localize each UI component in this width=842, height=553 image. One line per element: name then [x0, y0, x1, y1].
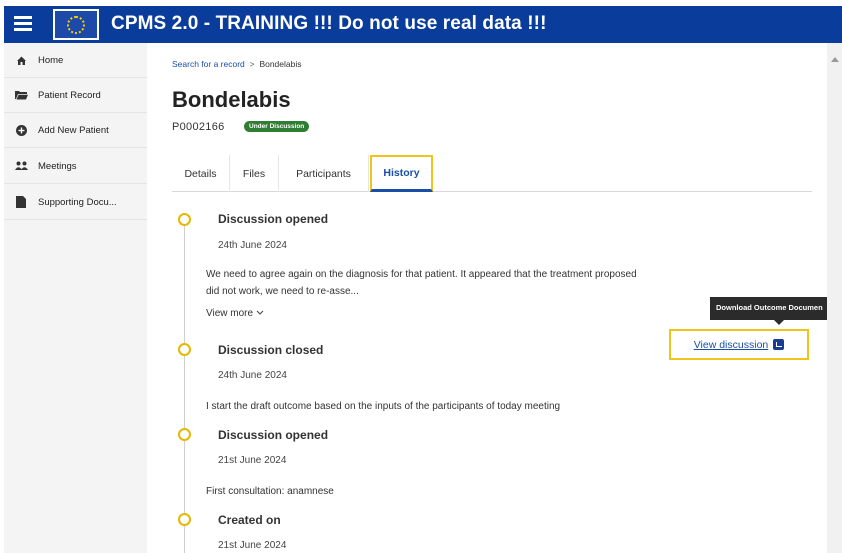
history-entry-date: 24th June 2024 — [218, 370, 287, 381]
view-discussion-label: View discussion — [693, 338, 769, 351]
view-more-label: View more — [206, 308, 254, 319]
sidebar-item-label: Meetings — [38, 160, 77, 172]
status-badge: Under Discussion — [244, 121, 310, 132]
download-icon[interactable] — [773, 339, 785, 350]
timeline-dot — [178, 513, 191, 526]
timeline-line — [184, 215, 185, 553]
breadcrumb-link-search[interactable]: Search for a record — [172, 59, 245, 69]
history-entry-date: 24th June 2024 — [218, 240, 287, 251]
breadcrumb-current: Bondelabis — [259, 59, 302, 69]
sidebar-item-label: Add New Patient — [38, 124, 109, 136]
app-title: CPMS 2.0 - TRAINING !!! Do not use real … — [111, 13, 547, 34]
history-entry-title: Discussion opened — [218, 428, 329, 442]
document-icon — [4, 196, 38, 208]
tooltip-arrow — [774, 320, 784, 325]
history-entry-date: 21st June 2024 — [218, 540, 287, 551]
tab-bar: Details Files Participants History — [172, 155, 812, 192]
sidebar-item-label: Supporting Docu... — [38, 196, 117, 208]
sidebar-item-label: Home — [38, 54, 64, 66]
tab-details[interactable]: Details — [172, 155, 230, 192]
download-tooltip: Download Outcome Documen — [710, 297, 842, 320]
home-icon — [4, 55, 38, 66]
view-more-link[interactable]: View more — [206, 308, 264, 319]
people-icon — [4, 161, 38, 172]
history-entry-text-line: We need to agree again on the diagnosis … — [206, 269, 637, 280]
top-header-bar: CPMS 2.0 - TRAINING !!! Do not use real … — [4, 6, 842, 43]
timeline-dot — [178, 343, 191, 356]
chevron-down-icon — [256, 310, 264, 315]
timeline-dot — [178, 428, 191, 441]
history-entry-text: First consultation: anamnese — [206, 483, 726, 500]
sidebar-item-label: Patient Record — [38, 89, 101, 101]
plus-circle-icon — [4, 124, 38, 136]
breadcrumb-separator: > — [249, 60, 255, 69]
history-entry-title: Discussion closed — [218, 343, 324, 357]
scroll-up-icon[interactable] — [831, 57, 839, 62]
eu-flag-logo — [53, 9, 99, 40]
history-entry-text: We need to agree again on the diagnosis … — [206, 266, 726, 300]
hamburger-icon[interactable] — [14, 13, 32, 33]
history-entry-date: 21st June 2024 — [218, 455, 287, 466]
folder-icon — [4, 90, 38, 100]
history-entry-text-line: I start the draft outcome based on the i… — [206, 401, 561, 412]
tab-participants[interactable]: Participants — [279, 155, 369, 192]
history-entry-text: I start the draft outcome based on the i… — [206, 398, 726, 415]
vertical-scrollbar[interactable] — [827, 43, 842, 553]
history-entry-title: Created on — [218, 513, 281, 527]
timeline-dot — [178, 213, 191, 226]
page-title: Bondelabis — [172, 87, 291, 112]
view-discussion-button[interactable]: View discussion — [669, 329, 809, 360]
history-entry-text-line: First consultation: anamnese — [206, 486, 334, 497]
sidebar-item-add-new-patient[interactable]: Add New Patient — [4, 113, 147, 148]
breadcrumb: Search for a record > Bondelabis — [172, 59, 302, 69]
sidebar-item-patient-record[interactable]: Patient Record — [4, 78, 147, 113]
sidebar-item-meetings[interactable]: Meetings — [4, 149, 147, 184]
history-entry-text-line: did not work, we need to re-asse... — [206, 286, 359, 297]
history-entry-title: Discussion opened — [218, 212, 329, 226]
sidebar: Home Patient Record Add New Patient Meet… — [4, 43, 147, 553]
tab-history[interactable]: History — [370, 155, 433, 192]
record-id: P0002166 — [172, 121, 225, 133]
sidebar-item-supporting-documents[interactable]: Supporting Docu... — [4, 185, 147, 220]
sidebar-item-home[interactable]: Home — [4, 43, 147, 78]
tab-files[interactable]: Files — [230, 155, 279, 192]
